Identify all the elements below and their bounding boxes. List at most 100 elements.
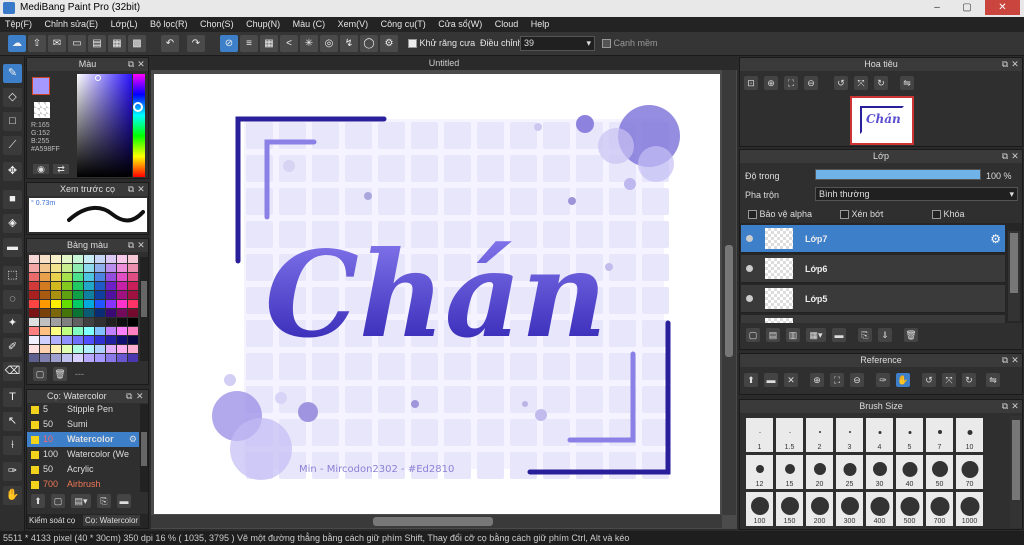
- zoom-fit-icon[interactable]: ⊡: [744, 76, 758, 90]
- palette-swatch[interactable]: [40, 255, 50, 263]
- close-icon[interactable]: ✕: [1010, 400, 1020, 413]
- palette-swatch[interactable]: [106, 354, 116, 362]
- layer-row[interactable]: [741, 315, 1005, 323]
- upload-icon[interactable]: ⇧: [28, 35, 46, 52]
- menu-filter[interactable]: Bộ lọc(R): [145, 17, 193, 32]
- float-icon[interactable]: ⧉: [126, 58, 136, 71]
- brush-item[interactable]: 100 Watercolor (We: [27, 447, 139, 462]
- brush-item-selected[interactable]: 10 Watercolor ⚙: [27, 432, 139, 447]
- palette-scrollbar[interactable]: [140, 257, 148, 361]
- fit-window-icon[interactable]: ⛶: [784, 76, 798, 90]
- palette-swatch[interactable]: [29, 345, 39, 353]
- menu-color[interactable]: Màu (C): [288, 17, 331, 32]
- palette-swatch[interactable]: [62, 273, 72, 281]
- layer-scroll-thumb[interactable]: [1010, 233, 1018, 293]
- eye-icon[interactable]: [746, 265, 753, 272]
- brush-folder-icon[interactable]: ▬: [117, 494, 131, 508]
- palette-swatch[interactable]: [40, 309, 50, 317]
- brush-size-option[interactable]: 1000: [956, 492, 983, 526]
- palette-swatch[interactable]: [51, 327, 61, 335]
- minimize-button[interactable]: –: [924, 0, 950, 15]
- navigator-thumbnail[interactable]: Chán: [850, 96, 914, 145]
- palette-swatch[interactable]: [51, 264, 61, 272]
- text-tool-icon[interactable]: T: [3, 388, 22, 407]
- brush-size-option[interactable]: 15: [776, 455, 803, 489]
- new-folder-layer-icon[interactable]: ▥: [786, 328, 800, 342]
- circle-snap-icon[interactable]: ◎: [320, 35, 338, 52]
- palette-swatch[interactable]: [51, 336, 61, 344]
- palette-swatch[interactable]: [128, 255, 138, 263]
- brush-scroll-thumb[interactable]: [141, 432, 147, 466]
- brush-size-option[interactable]: 700: [926, 492, 953, 526]
- palette-swatch[interactable]: [106, 273, 116, 281]
- palette-swatch[interactable]: [84, 318, 94, 326]
- maximize-button[interactable]: ▢: [954, 0, 980, 15]
- float-icon[interactable]: ⧉: [126, 239, 136, 252]
- palette-swatch[interactable]: [117, 336, 127, 344]
- divide-tool-icon[interactable]: ⟊: [3, 436, 22, 455]
- palette-swatch[interactable]: [95, 309, 105, 317]
- hand-tool-icon[interactable]: ✋: [3, 486, 22, 505]
- layer-row[interactable]: Lớp5: [741, 285, 1005, 313]
- brush-size-option[interactable]: 3: [836, 418, 863, 452]
- brush-size-option[interactable]: 40: [896, 455, 923, 489]
- horizontal-scroll-thumb[interactable]: [373, 517, 493, 526]
- menu-edit[interactable]: Chỉnh sửa(E): [40, 17, 104, 32]
- palette-swatch[interactable]: [95, 273, 105, 281]
- rotate-left-icon[interactable]: ↺: [834, 76, 848, 90]
- palette-swatch[interactable]: [128, 291, 138, 299]
- settings-icon[interactable]: ⚙: [380, 35, 398, 52]
- palette-swatch[interactable]: [95, 318, 105, 326]
- eyedropper-tool-icon[interactable]: ✑: [3, 462, 22, 481]
- blend-mode-select[interactable]: Bình thường ▾: [815, 187, 1018, 201]
- palette-swatch[interactable]: [128, 282, 138, 290]
- palette-swatch[interactable]: [29, 255, 39, 263]
- brush-size-option[interactable]: 500: [896, 492, 923, 526]
- brush-item[interactable]: 700 Airbrush: [27, 477, 139, 492]
- palette-swatch[interactable]: [29, 291, 39, 299]
- palette-swatch[interactable]: [106, 345, 116, 353]
- palette-swatch[interactable]: [40, 336, 50, 344]
- close-reference-icon[interactable]: ✕: [784, 373, 798, 387]
- palette-scroll-thumb[interactable]: [141, 281, 147, 317]
- palette-swatch[interactable]: [29, 318, 39, 326]
- close-icon[interactable]: ✕: [1010, 58, 1020, 71]
- palette-swatch[interactable]: [29, 282, 39, 290]
- palette-swatch[interactable]: [95, 354, 105, 362]
- palette-swatch[interactable]: [95, 336, 105, 344]
- menu-cloud[interactable]: Cloud: [490, 17, 524, 32]
- palette-swatch[interactable]: [73, 327, 83, 335]
- palette-swatch[interactable]: [84, 273, 94, 281]
- palette-swatch[interactable]: [84, 336, 94, 344]
- palette-swatch[interactable]: [128, 309, 138, 317]
- palette-swatch[interactable]: [40, 345, 50, 353]
- eyedropper-icon[interactable]: ✑: [876, 373, 890, 387]
- menu-layer[interactable]: Lớp(L): [106, 17, 143, 32]
- menu-window[interactable]: Cửa sổ(W): [433, 17, 487, 32]
- palette-swatch[interactable]: [62, 264, 72, 272]
- close-button[interactable]: ✕: [985, 0, 1020, 15]
- float-icon[interactable]: ⧉: [1000, 58, 1010, 71]
- palette-swatch[interactable]: [84, 300, 94, 308]
- palette-swatch[interactable]: [128, 300, 138, 308]
- palette-swatch[interactable]: [51, 273, 61, 281]
- float-icon[interactable]: ⧉: [1000, 400, 1010, 413]
- palette-swatch[interactable]: [62, 354, 72, 362]
- palette-swatch[interactable]: [29, 336, 39, 344]
- palette-swatch[interactable]: [128, 345, 138, 353]
- menu-tools[interactable]: Công cụ(T): [376, 17, 431, 32]
- palette-swatch[interactable]: [95, 255, 105, 263]
- eye-icon[interactable]: [746, 235, 753, 242]
- cloud-icon[interactable]: ☁: [8, 35, 26, 52]
- palette-swatch[interactable]: [117, 255, 127, 263]
- merge-layer-icon[interactable]: ⇓: [878, 328, 892, 342]
- palette-swatch[interactable]: [73, 264, 83, 272]
- close-icon[interactable]: ✕: [136, 58, 146, 71]
- swap-icon[interactable]: ⇄: [53, 164, 69, 174]
- brush-size-option[interactable]: 1.5: [776, 418, 803, 452]
- gear-icon[interactable]: ⚙: [990, 232, 1001, 246]
- palette-swatch[interactable]: [128, 318, 138, 326]
- palette-swatch[interactable]: [62, 300, 72, 308]
- palette-swatch[interactable]: [29, 327, 39, 335]
- fit-window-icon[interactable]: ⛶: [830, 373, 844, 387]
